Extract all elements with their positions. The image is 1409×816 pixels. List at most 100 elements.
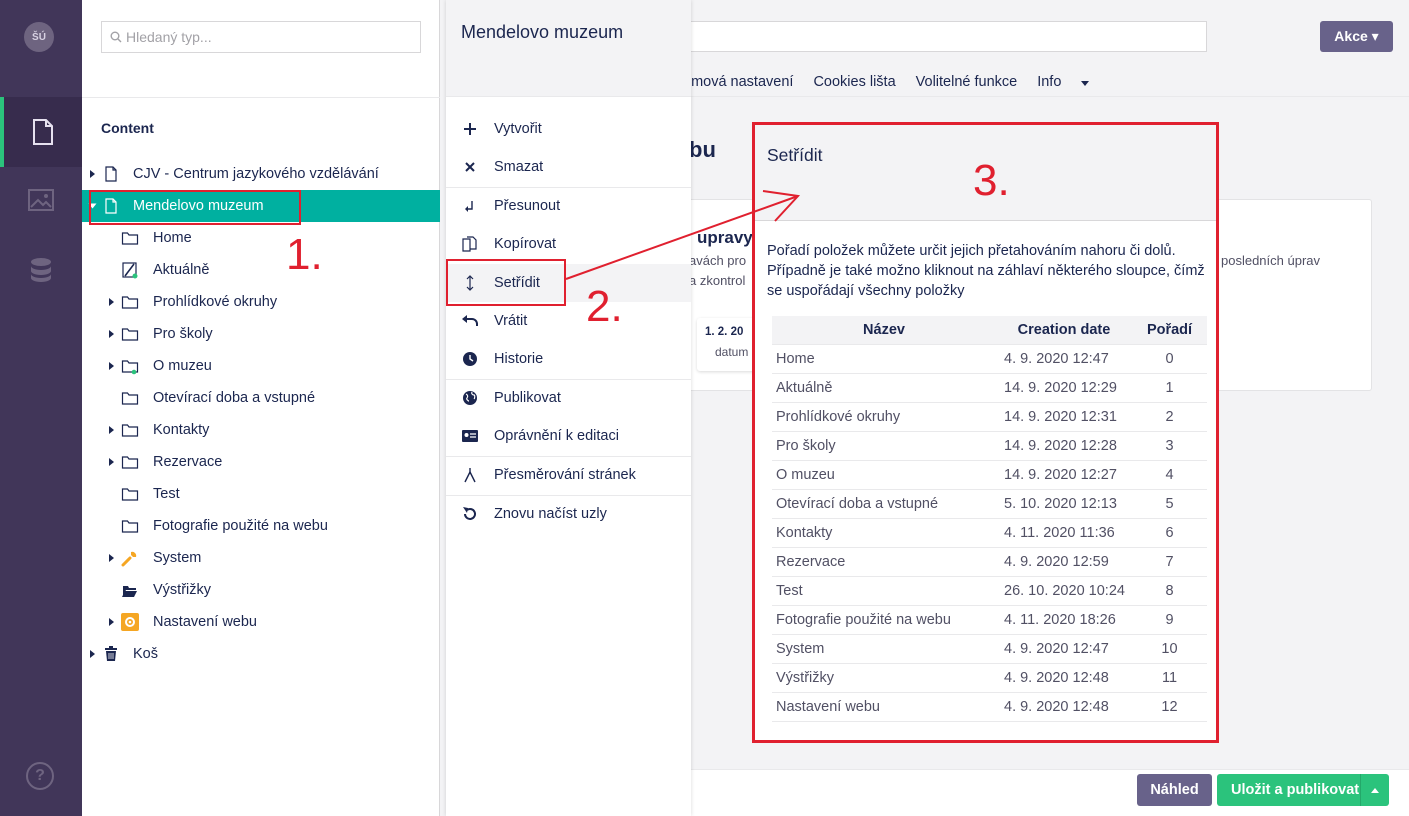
card-text: posledních úprav — [1221, 253, 1321, 268]
tree-node-oteviraci-doba[interactable]: Otevírací doba a vstupné — [82, 382, 440, 414]
tree-divider — [82, 97, 440, 98]
cell-poradi: 3 — [1132, 430, 1207, 460]
table-row[interactable]: O muzeu 14. 9. 2020 12:27 4 — [772, 459, 1207, 489]
expand-caret-icon[interactable] — [109, 618, 114, 626]
cell-poradi: 7 — [1132, 546, 1207, 576]
annotation-box-2 — [446, 259, 566, 306]
save-publish-button[interactable]: Uložit a publikovat — [1217, 774, 1389, 806]
table-row[interactable]: Home 4. 9. 2020 12:47 0 — [772, 343, 1207, 373]
table-row[interactable]: Aktuálně 14. 9. 2020 12:29 1 — [772, 372, 1207, 402]
tree-root-label[interactable]: Content — [101, 120, 154, 136]
cell-poradi: 10 — [1132, 633, 1207, 663]
tree-node-pro-skoly[interactable]: Pro školy — [82, 318, 440, 350]
menu-item-publikovat[interactable]: Publikovat — [446, 379, 691, 417]
menu-item-vratit[interactable]: Vrátit — [446, 302, 691, 340]
tree-node-cjv[interactable]: CJV - Centrum jazykového vzdělávání — [82, 158, 440, 190]
table-row[interactable]: Fotografie použité na webu 4. 11. 2020 18… — [772, 604, 1207, 634]
column-header-poradi[interactable]: Pořadí — [1132, 316, 1207, 344]
tree-node-prohlidkove-okruhy[interactable]: Prohlídkové okruhy — [82, 286, 440, 318]
table-row[interactable]: Prohlídkové okruhy 14. 9. 2020 12:31 2 — [772, 401, 1207, 431]
cell-nazev: Home — [772, 343, 996, 373]
expand-caret-icon[interactable] — [90, 170, 95, 178]
content-tree-panel: Hledaný typ... Content CJV - Centrum jaz… — [82, 0, 440, 816]
menu-item-opravneni[interactable]: Oprávnění k editaci — [446, 417, 691, 455]
menu-item-znovu-nacist[interactable]: Znovu načíst uzly — [446, 495, 691, 533]
tree-node-label: Otevírací doba a vstupné — [153, 390, 316, 406]
expand-caret-icon[interactable] — [109, 554, 114, 562]
annotation-step-2: 2. — [586, 282, 623, 331]
tree-node-label: Nastavení webu — [153, 614, 257, 630]
menu-item-historie[interactable]: Historie — [446, 340, 691, 378]
node-name-input[interactable] — [691, 21, 1207, 52]
expand-caret-icon[interactable] — [109, 362, 114, 370]
content-icon — [33, 119, 53, 145]
cell-poradi: 1 — [1132, 372, 1207, 402]
media-section-button[interactable] — [0, 165, 82, 235]
table-row[interactable]: System 4. 9. 2020 12:47 10 — [772, 633, 1207, 663]
table-row[interactable]: Pro školy 14. 9. 2020 12:28 3 — [772, 430, 1207, 460]
tree-node-test[interactable]: Test — [82, 478, 440, 510]
menu-item-smazat[interactable]: Smazat — [446, 148, 691, 186]
tree-node-fotografie[interactable]: Fotografie použité na webu — [82, 510, 440, 542]
tree-node-rezervace[interactable]: Rezervace — [82, 446, 440, 478]
column-header-nazev[interactable]: Název — [772, 316, 996, 344]
plus-icon — [464, 123, 476, 135]
content-section-button[interactable] — [0, 97, 82, 167]
tree-node-label: O muzeu — [153, 358, 212, 374]
tree-node-o-muzeu[interactable]: O muzeu — [82, 350, 440, 382]
chevron-up-icon[interactable] — [1371, 788, 1379, 793]
cell-creation-date: 4. 9. 2020 12:48 — [996, 691, 1132, 722]
tree-node-label: Pro školy — [153, 326, 213, 342]
open-folder-icon — [122, 586, 137, 597]
tree-node-nastaveni-webu[interactable]: Nastavení webu — [82, 606, 440, 638]
tree-node-kontakty[interactable]: Kontakty — [82, 414, 440, 446]
table-row[interactable]: Rezervace 4. 9. 2020 12:59 7 — [772, 546, 1207, 576]
expand-caret-icon[interactable] — [109, 298, 114, 306]
menu-item-presmerovani[interactable]: Přesměrování stránek — [446, 456, 691, 494]
globe-icon — [463, 391, 477, 405]
tree-node-aktualne[interactable]: Aktuálně — [82, 254, 440, 286]
tab-cookies[interactable]: Cookies lišta — [813, 74, 895, 90]
table-row[interactable]: Nastavení webu 4. 9. 2020 12:48 12 — [772, 691, 1207, 722]
history-date: 1. 2. 20 — [705, 326, 744, 338]
table-row[interactable]: Kontakty 4. 11. 2020 11:36 6 — [772, 517, 1207, 547]
expand-caret-icon[interactable] — [109, 458, 114, 466]
menu-item-label: Vytvořit — [494, 121, 542, 137]
menu-item-presunout[interactable]: Přesunout — [446, 187, 691, 225]
save-publish-label: Uložit a publikovat — [1231, 782, 1360, 798]
tree-node-kos[interactable]: Koš — [82, 638, 440, 670]
tree-node-home[interactable]: Home — [82, 222, 440, 254]
avatar[interactable]: ŠÚ — [24, 22, 54, 52]
cell-creation-date: 14. 9. 2020 12:31 — [996, 401, 1132, 431]
settings-section-button[interactable] — [0, 235, 82, 305]
expand-caret-icon[interactable] — [109, 330, 114, 338]
help-icon[interactable]: ? — [26, 762, 54, 790]
expand-caret-icon[interactable] — [109, 426, 114, 434]
tab-info[interactable]: Info — [1037, 74, 1061, 90]
settings-icon — [31, 258, 51, 282]
preview-button[interactable]: Náhled — [1137, 774, 1212, 806]
tree-node-system[interactable]: System — [82, 542, 440, 574]
menu-item-vytvorit[interactable]: Vytvořit — [446, 110, 691, 148]
tab-optional-features[interactable]: Volitelné funkce — [916, 74, 1018, 90]
cell-creation-date: 14. 9. 2020 12:29 — [996, 372, 1132, 402]
table-row[interactable]: Test 26. 10. 2020 10:24 8 — [772, 575, 1207, 605]
card-text: a zkontrol — [689, 273, 746, 288]
more-tabs-icon[interactable] — [1081, 81, 1090, 86]
table-row[interactable]: Otevírací doba a vstupné 5. 10. 2020 12:1… — [772, 488, 1207, 518]
tab-system-settings[interactable]: émová nastavení — [683, 74, 793, 90]
history-icon — [463, 352, 477, 366]
cell-nazev: O muzeu — [772, 459, 996, 489]
menu-item-kopirovat[interactable]: Kopírovat — [446, 225, 691, 263]
sort-table: Název Creation date Pořadí Home 4. 9. 202… — [772, 316, 1207, 722]
menu-item-label: Znovu načíst uzly — [494, 506, 607, 522]
expand-caret-icon[interactable] — [90, 650, 95, 658]
tree-node-vystrizky[interactable]: Výstřižky — [82, 574, 440, 606]
tree-node-label: System — [153, 550, 202, 566]
column-header-creation-date[interactable]: Creation date — [996, 316, 1132, 344]
tree-search-input[interactable]: Hledaný typ... — [101, 21, 421, 53]
table-row[interactable]: Výstřižky 4. 9. 2020 12:48 11 — [772, 662, 1207, 692]
akce-button[interactable]: Akce ▾ — [1320, 21, 1393, 52]
undo-icon — [462, 315, 478, 326]
permissions-icon — [462, 430, 478, 442]
